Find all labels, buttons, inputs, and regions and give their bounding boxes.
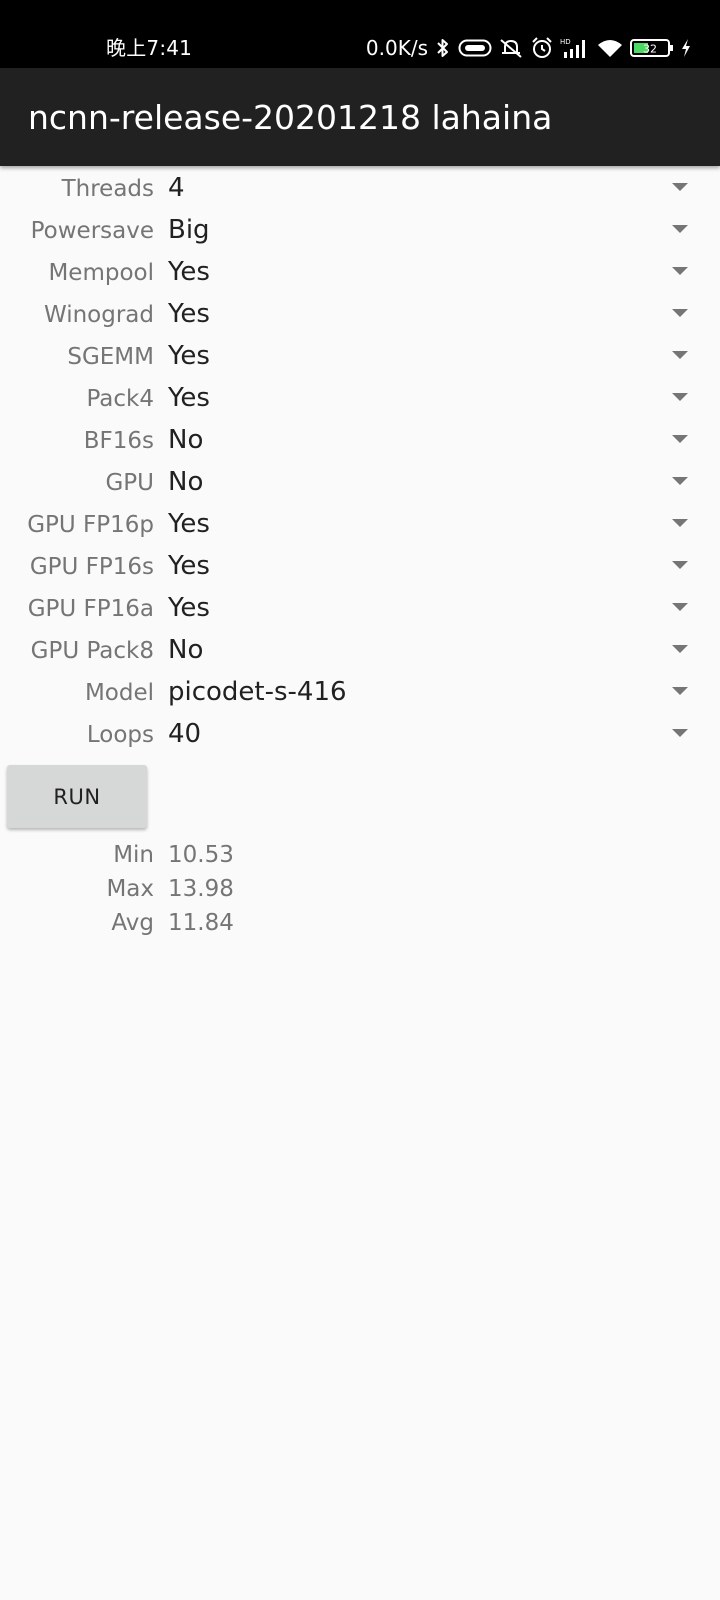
pack4-spinner[interactable]: Yes [168,378,692,420]
spinner-value: Yes [168,509,210,539]
spinner-value: Yes [168,257,210,287]
result-label: Min [113,842,154,868]
dropdown-arrow-icon [672,477,688,485]
dropdown-arrow-icon [672,393,688,401]
loops-spinner[interactable]: 40 [168,714,692,756]
status-icons: 0.0K/s HD 32 [366,36,692,60]
result-label: Max [106,876,154,902]
dropdown-arrow-icon [672,561,688,569]
benchmark-results: Min 10.53 Max 13.98 Avg 11.84 [0,838,720,940]
result-value: 11.84 [168,910,234,936]
spinner-value: No [168,635,204,665]
dropdown-arrow-icon [672,309,688,317]
dropdown-arrow-icon [672,225,688,233]
alarm-muted-icon [498,36,524,60]
dropdown-arrow-icon [672,183,688,191]
setting-label: GPU FP16a [27,596,154,622]
setting-row-gpu: GPU No [0,462,720,504]
setting-label: GPU [105,470,154,496]
result-value: 10.53 [168,842,234,868]
alarm-clock-icon [530,36,554,60]
setting-label: Loops [86,722,154,748]
setting-row-gpu-fp16s: GPU FP16s Yes [0,546,720,588]
threads-spinner[interactable]: 4 [168,168,692,210]
spinner-value: Yes [168,299,210,329]
setting-row-loops: Loops 40 [0,714,720,756]
spinner-value: Yes [168,341,210,371]
gpu-fp16s-spinner[interactable]: Yes [168,546,692,588]
setting-label: GPU FP16p [27,512,154,538]
setting-label: SGEMM [67,344,154,370]
result-row-min: Min 10.53 [0,838,720,872]
setting-label: GPU Pack8 [30,638,154,664]
model-spinner[interactable]: picodet-s-416 [168,672,692,714]
setting-row-threads: Threads 4 [0,168,720,210]
result-row-avg: Avg 11.84 [0,906,720,940]
setting-label: Pack4 [86,386,154,412]
gpu-pack8-spinner[interactable]: No [168,630,692,672]
dropdown-arrow-icon [672,729,688,737]
setting-label: Winograd [43,302,154,328]
dropdown-arrow-icon [672,267,688,275]
bluetooth-icon [434,36,452,60]
charging-icon [680,36,692,60]
status-bar: 晚上7:41 0.0K/s HD 32 [0,0,720,68]
result-label: Avg [111,910,154,936]
svg-text:HD: HD [560,38,571,46]
dropdown-arrow-icon [672,519,688,527]
dropdown-arrow-icon [672,351,688,359]
setting-row-bf16s: BF16s No [0,420,720,462]
spinner-value: No [168,467,204,497]
result-row-max: Max 13.98 [0,872,720,906]
spinner-value: picodet-s-416 [168,677,347,707]
spinner-value: Big [168,215,210,245]
result-value: 13.98 [168,876,234,902]
setting-row-pack4: Pack4 Yes [0,378,720,420]
dropdown-arrow-icon [672,687,688,695]
spinner-value: Yes [168,551,210,581]
mempool-spinner[interactable]: Yes [168,252,692,294]
app-title: ncnn-release-20201218 lahaina [28,98,553,137]
gpu-fp16a-spinner[interactable]: Yes [168,588,692,630]
winograd-spinner[interactable]: Yes [168,294,692,336]
gpu-fp16p-spinner[interactable]: Yes [168,504,692,546]
setting-row-mempool: Mempool Yes [0,252,720,294]
setting-row-model: Model picodet-s-416 [0,672,720,714]
powersave-spinner[interactable]: Big [168,210,692,252]
wifi-icon [596,36,624,60]
bf16s-spinner[interactable]: No [168,420,692,462]
status-time: 晚上7:41 [106,36,193,60]
settings-list: Threads 4 Powersave Big Mempool Yes Wino… [0,168,720,756]
signal-icon: HD [560,36,590,60]
app-bar: ncnn-release-20201218 lahaina [0,68,720,166]
vibrate-icon [458,36,492,60]
spinner-value: No [168,425,204,455]
dropdown-arrow-icon [672,603,688,611]
spinner-value: Yes [168,593,210,623]
spinner-value: 4 [168,173,185,203]
setting-label: BF16s [83,428,154,454]
setting-label: Model [84,680,154,706]
setting-row-sgemm: SGEMM Yes [0,336,720,378]
setting-label: Mempool [48,260,154,286]
network-speed: 0.0K/s [365,36,428,60]
gpu-spinner[interactable]: No [168,462,692,504]
setting-row-powersave: Powersave Big [0,210,720,252]
svg-text:32: 32 [643,43,657,56]
run-button[interactable]: RUN [7,765,147,828]
battery-icon: 32 [630,36,674,60]
setting-label: GPU FP16s [29,554,154,580]
setting-row-gpu-fp16a: GPU FP16a Yes [0,588,720,630]
setting-row-gpu-fp16p: GPU FP16p Yes [0,504,720,546]
sgemm-spinner[interactable]: Yes [168,336,692,378]
setting-row-winograd: Winograd Yes [0,294,720,336]
spinner-value: 40 [168,719,202,749]
spinner-value: Yes [168,383,210,413]
setting-label: Powersave [30,218,154,244]
setting-label: Threads [61,176,154,202]
dropdown-arrow-icon [672,435,688,443]
dropdown-arrow-icon [672,645,688,653]
setting-row-gpu-pack8: GPU Pack8 No [0,630,720,672]
